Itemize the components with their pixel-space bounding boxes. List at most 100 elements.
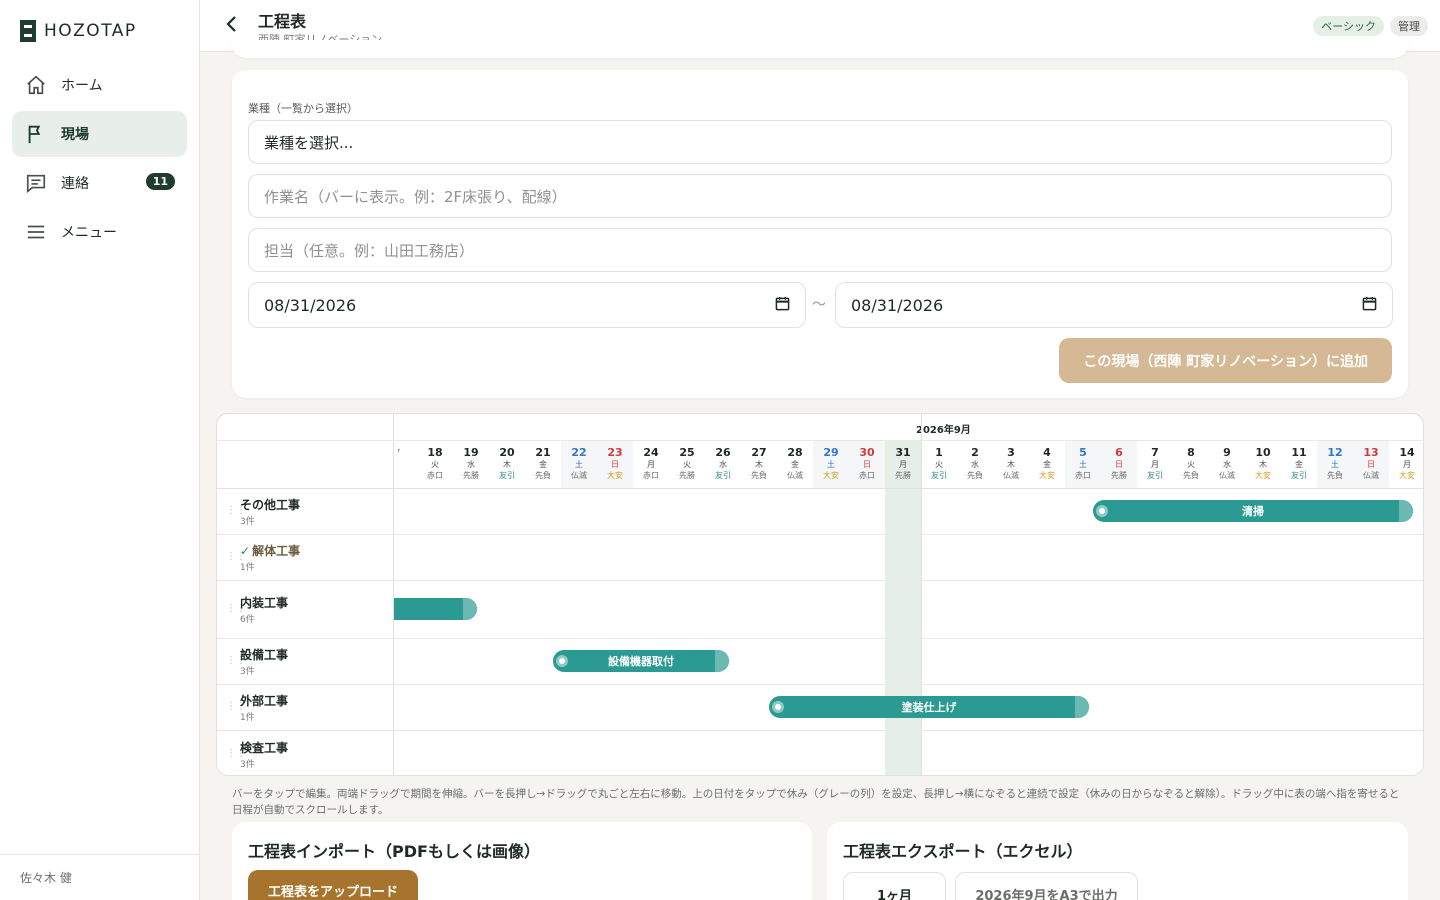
day-header[interactable]: 7 月友引	[1137, 441, 1173, 488]
day-rokuyo: 先勝	[895, 471, 911, 480]
day-header[interactable]: 2 水先負	[957, 441, 993, 488]
day-rokuyo: 先負	[1183, 471, 1199, 480]
day-rokuyo: 先負	[751, 471, 767, 480]
calendar-icon[interactable]	[775, 296, 790, 315]
day-header[interactable]: 20 木友引	[489, 441, 525, 488]
bar-end-handle[interactable]	[715, 650, 729, 672]
trade-select-value: 業種を選択...	[264, 133, 354, 152]
day-weekday: 日	[863, 460, 871, 469]
day-header[interactable]: 10 木大安	[1245, 441, 1281, 488]
day-weekday: 金	[1295, 460, 1303, 469]
day-header[interactable]: 30 日赤口	[849, 441, 885, 488]
bar-end-handle[interactable]	[1399, 500, 1413, 522]
day-rokuyo: 友引	[1147, 471, 1163, 480]
sidebar-item-messages[interactable]: 連絡 11	[12, 160, 187, 206]
current-user[interactable]: 佐々木 健	[0, 854, 199, 900]
day-header[interactable]: 14 月大安	[1389, 441, 1423, 488]
task-bar[interactable]: 清掃	[1093, 500, 1413, 522]
day-number: 24	[643, 446, 659, 459]
sidebar-item-menu[interactable]: メニュー	[12, 209, 187, 255]
bar-start-handle[interactable]	[1096, 505, 1108, 517]
day-number: 21	[535, 446, 551, 459]
message-icon	[25, 172, 47, 194]
back-button[interactable]	[220, 14, 244, 38]
day-number: 28	[787, 446, 803, 459]
month-header	[217, 414, 1423, 441]
category-count: 1件	[240, 563, 255, 573]
sidebar-item-sites[interactable]: 現場	[12, 111, 187, 157]
day-header[interactable]: 9 水仏滅	[1209, 441, 1245, 488]
range-option-1month[interactable]: 1ヶ月	[843, 872, 946, 900]
bar-start-handle[interactable]	[772, 701, 784, 713]
day-weekday: 土	[1079, 460, 1087, 469]
task-name-input[interactable]: 作業名（バーに表示。例：2F床張り、配線）	[248, 174, 1392, 218]
day-rokuyo: 先勝	[1111, 471, 1127, 480]
bar-start-handle[interactable]	[556, 655, 568, 667]
day-header[interactable]: 6 日先勝	[1101, 441, 1137, 488]
day-header[interactable]: 12 土先負	[1317, 441, 1353, 488]
start-date-input[interactable]: 08/31/2026	[248, 282, 806, 328]
menu-icon	[25, 221, 47, 243]
sidebar-item-home[interactable]: ホーム	[12, 62, 187, 108]
assignee-input[interactable]: 担当（任意。例：山田工務店）	[248, 228, 1392, 272]
task-bar[interactable]: 設備機器取付	[553, 650, 729, 672]
day-rokuyo: 赤口	[1075, 471, 1091, 480]
category-row[interactable]: ⋮⋮ 検査工事 3件	[217, 730, 394, 775]
day-header[interactable]: 5 土赤口	[1065, 441, 1101, 488]
day-number: 10	[1255, 446, 1271, 459]
category-row[interactable]: ⋮⋮ ✓ 解体工事 1件	[217, 534, 394, 580]
day-header[interactable]: 1 火友引	[921, 441, 957, 488]
day-header[interactable]: 3 木仏滅	[993, 441, 1029, 488]
day-number: 2	[971, 446, 979, 459]
timeline-area[interactable]: 2026年9月 ⸢ 18 火赤口 19 水先勝 20 木友引 21 金先負 22 土仏滅 23 日大安 2…	[394, 414, 1423, 775]
end-date-input[interactable]: 08/31/2026	[835, 282, 1393, 328]
day-header[interactable]: ⸢	[394, 441, 417, 488]
sidebar-item-label: メニュー	[61, 225, 117, 241]
day-header[interactable]: 21 金先負	[525, 441, 561, 488]
category-row[interactable]: ⋮⋮ 外部工事 1件	[217, 684, 394, 730]
category-row[interactable]: ⋮⋮ 設備工事 3件	[217, 638, 394, 684]
day-rokuyo: 先勝	[463, 471, 479, 480]
bar-end-handle[interactable]	[463, 598, 477, 620]
day-header[interactable]: 4 金大安	[1029, 441, 1065, 488]
sidebar-item-label: 連絡	[61, 176, 89, 192]
day-header[interactable]: 27 木先負	[741, 441, 777, 488]
category-row[interactable]: ⋮⋮ 内装工事 6件	[217, 580, 394, 638]
upload-schedule-button[interactable]: 工程表をアップロード	[248, 870, 419, 900]
bar-end-handle[interactable]	[1075, 696, 1089, 718]
day-header[interactable]: 26 水友引	[705, 441, 741, 488]
trade-select[interactable]: 業種を選択...	[248, 120, 1392, 164]
category-name: 外部工事	[240, 692, 288, 709]
day-header[interactable]: 13 日仏滅	[1353, 441, 1389, 488]
day-number: 12	[1327, 446, 1343, 459]
calendar-icon[interactable]	[1362, 296, 1377, 315]
add-task-button[interactable]: この現場（西陣 町家リノベーション）に追加	[1059, 338, 1392, 383]
add-task-form: 業種（一覧から選択） 業種を選択... 作業名（バーに表示。例：2F床張り、配線…	[232, 70, 1408, 398]
task-bar[interactable]	[394, 598, 477, 620]
day-header[interactable]: 11 金友引	[1281, 441, 1317, 488]
day-header[interactable]: 18 火赤口	[417, 441, 453, 488]
day-header[interactable]: 31 月先勝	[885, 441, 921, 488]
day-rokuyo: 先負	[1327, 471, 1343, 480]
category-row[interactable]: ⋮⋮ その他工事 3件	[217, 488, 394, 534]
day-number: 25	[679, 446, 695, 459]
export-a3-button[interactable]: 2026年9月をA3で出力	[955, 872, 1138, 900]
day-header[interactable]: 23 日大安	[597, 441, 633, 488]
task-bar[interactable]: 塗装仕上げ	[769, 696, 1089, 718]
day-header[interactable]: 25 火先勝	[669, 441, 705, 488]
app-logo[interactable]: HOZOTAP	[20, 20, 137, 42]
day-weekday: 日	[1367, 460, 1375, 469]
day-number: 31	[895, 446, 911, 459]
day-number: 5	[1079, 446, 1087, 459]
trade-label: 業種（一覧から選択）	[248, 102, 358, 115]
day-header[interactable]: 19 水先勝	[453, 441, 489, 488]
day-header[interactable]: 29 土大安	[813, 441, 849, 488]
day-header[interactable]: 24 月赤口	[633, 441, 669, 488]
category-name: 設備工事	[240, 646, 288, 663]
day-number: 27	[751, 446, 767, 459]
task-bar-label: 清掃	[1242, 505, 1264, 518]
day-header[interactable]: 28 金仏滅	[777, 441, 813, 488]
day-header[interactable]: 8 火先負	[1173, 441, 1209, 488]
day-header[interactable]: 22 土仏滅	[561, 441, 597, 488]
flag-icon	[25, 123, 47, 145]
